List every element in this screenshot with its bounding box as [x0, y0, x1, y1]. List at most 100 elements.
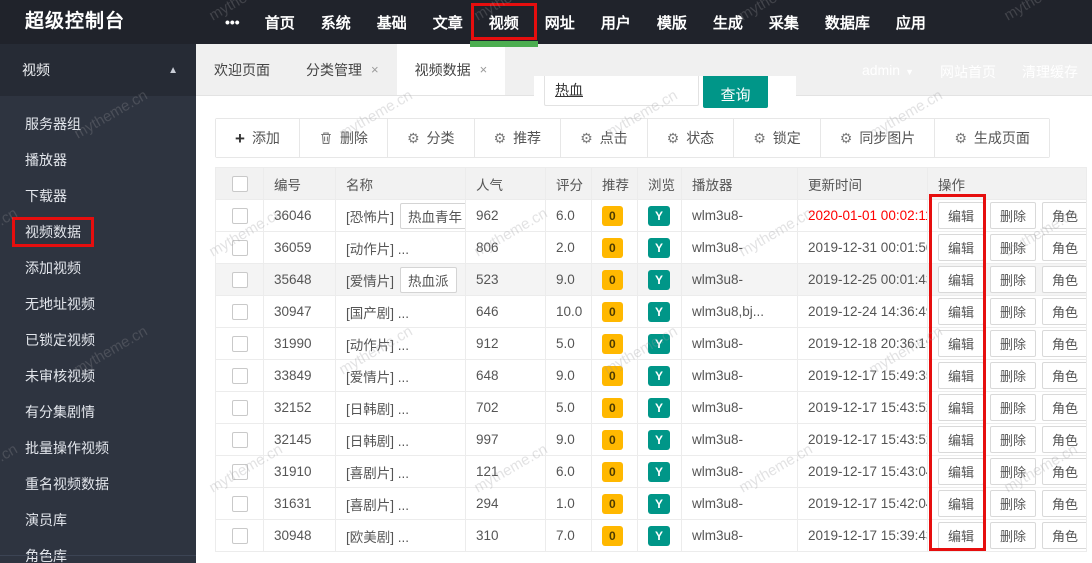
nav-item[interactable]: 数据库 [812, 0, 883, 44]
sidebar-item[interactable]: 有分集剧情 [0, 394, 196, 430]
row-checkbox[interactable] [231, 367, 248, 384]
sidebar-header[interactable]: 视频 ▲ [0, 44, 196, 96]
toolbar-button[interactable]: ⚙ 点击 [560, 119, 647, 157]
nav-item[interactable]: 采集 [756, 0, 812, 44]
edit-button[interactable]: 编辑 [938, 426, 985, 453]
search-input[interactable] [544, 76, 699, 106]
row-checkbox[interactable] [231, 527, 248, 544]
toolbar-button[interactable]: ⚙ 生成页面 [934, 119, 1049, 157]
sidebar-item[interactable]: 角色库 [0, 538, 196, 563]
role-button[interactable]: 角色 [1042, 362, 1086, 389]
edit-button[interactable]: 编辑 [938, 522, 985, 549]
row-checkbox[interactable] [231, 399, 248, 416]
delete-button[interactable]: 删除 [990, 362, 1037, 389]
cell-player: wlm3u8- [681, 327, 798, 360]
tab-item[interactable]: 分类管理 × [288, 44, 397, 95]
cell-updated: 2019-12-24 14:36:49 [797, 295, 928, 328]
tab-active[interactable]: 视频数据 × [396, 44, 506, 95]
site-home-link[interactable]: 网站首页 [940, 62, 996, 82]
nav-item[interactable]: 基础 [364, 0, 420, 44]
role-button[interactable]: 角色 [1042, 330, 1086, 357]
sidebar-item[interactable]: 添加视频 [0, 250, 196, 286]
more-menu-icon[interactable]: ••• [213, 0, 252, 44]
sidebar-item[interactable]: 播放器 [0, 142, 196, 178]
clear-cache-link[interactable]: 清理缓存 [1022, 62, 1078, 82]
toolbar-button[interactable]: ⚙ 状态 [646, 119, 734, 157]
role-button[interactable]: 角色 [1042, 426, 1086, 453]
nav-item[interactable]: 模版 [644, 0, 700, 44]
sidebar-item[interactable]: 重名视频数据 [0, 466, 196, 502]
edit-button[interactable]: 编辑 [938, 394, 985, 421]
cell-updated: 2019-12-17 15:43:04 [797, 455, 928, 488]
row-checkbox[interactable] [231, 463, 248, 480]
nav-item[interactable]: 首页 [252, 0, 308, 44]
sidebar-item[interactable]: 未审核视频 [0, 358, 196, 394]
role-button[interactable]: 角色 [1042, 234, 1086, 261]
delete-button[interactable]: 删除 [990, 490, 1037, 517]
toolbar-button[interactable]: + 添加 [216, 119, 299, 157]
nav-item[interactable]: 网址 [532, 0, 588, 44]
role-button[interactable]: 角色 [1042, 394, 1086, 421]
delete-button[interactable]: 删除 [990, 426, 1037, 453]
nav-item[interactable]: 视频 [469, 0, 538, 47]
close-icon[interactable]: × [371, 62, 379, 77]
role-button[interactable]: 角色 [1042, 298, 1086, 325]
user-dropdown[interactable]: admin ▼ [862, 62, 914, 82]
nav-item[interactable]: 应用 [883, 0, 939, 44]
sidebar-item[interactable]: 演员库 [0, 502, 196, 538]
toolbar-button[interactable]: ⚙ 分类 [386, 119, 474, 157]
table-row: 31631 [喜剧片] ... 294 1.0 0 Ywlm3u8- 2019-12-17 … [215, 487, 1087, 520]
role-button[interactable]: 角色 [1042, 266, 1086, 293]
sidebar-item[interactable]: 批量操作视频 [0, 430, 196, 466]
delete-button[interactable]: 删除 [990, 234, 1037, 261]
search-button[interactable]: 查询 [703, 76, 768, 108]
select-all-checkbox[interactable] [231, 175, 248, 192]
edit-button[interactable]: 编辑 [938, 234, 985, 261]
nav-item[interactable]: 用户 [588, 0, 644, 44]
sidebar-item[interactable]: 下载器 [0, 178, 196, 214]
edit-button[interactable]: 编辑 [938, 202, 985, 229]
role-button[interactable]: 角色 [1042, 202, 1086, 229]
nav-item[interactable]: 文章 [420, 0, 476, 44]
edit-button[interactable]: 编辑 [938, 330, 985, 357]
toolbar-button[interactable]: ⚙ 锁定 [733, 119, 820, 157]
role-button[interactable]: 角色 [1042, 490, 1086, 517]
tab-label: 视频数据 [414, 61, 471, 78]
edit-button[interactable]: 编辑 [938, 266, 985, 293]
row-checkbox[interactable] [231, 271, 248, 288]
row-checkbox[interactable] [231, 207, 248, 224]
sidebar-item[interactable]: 视频数据 [0, 214, 196, 250]
toolbar-button[interactable]: ⚙ 同步图片 [819, 119, 935, 157]
delete-button[interactable]: 删除 [990, 522, 1037, 549]
delete-button[interactable]: 删除 [990, 458, 1037, 485]
cell-updated: 2019-12-17 15:43:52 [797, 391, 928, 424]
close-icon[interactable]: × [480, 62, 488, 77]
tab-item[interactable]: 欢迎页面 [196, 44, 288, 95]
row-checkbox[interactable] [231, 303, 248, 320]
edit-button[interactable]: 编辑 [938, 298, 985, 325]
role-button[interactable]: 角色 [1042, 522, 1086, 549]
sidebar-item[interactable]: 已锁定视频 [0, 322, 196, 358]
row-checkbox[interactable] [231, 431, 248, 448]
edit-button[interactable]: 编辑 [938, 458, 985, 485]
sidebar-item[interactable]: 无地址视频 [0, 286, 196, 322]
nav-item[interactable]: 生成 [700, 0, 756, 44]
toolbar-button[interactable]: 删除 [298, 119, 387, 157]
cell-views: 912 [465, 327, 546, 360]
delete-button[interactable]: 删除 [990, 202, 1037, 229]
delete-button[interactable]: 删除 [990, 298, 1037, 325]
role-button[interactable]: 角色 [1042, 458, 1086, 485]
edit-button[interactable]: 编辑 [938, 362, 985, 389]
delete-button[interactable]: 删除 [990, 394, 1037, 421]
browse-badge: Y [648, 397, 671, 418]
delete-button[interactable]: 删除 [990, 330, 1037, 357]
row-checkbox[interactable] [231, 335, 248, 352]
edit-button[interactable]: 编辑 [938, 490, 985, 517]
sidebar-item[interactable]: 服务器组 [0, 106, 196, 142]
toolbar-button[interactable]: ⚙ 推荐 [473, 119, 561, 157]
delete-button[interactable]: 删除 [990, 266, 1037, 293]
nav-item[interactable]: 系统 [308, 0, 364, 44]
row-checkbox[interactable] [231, 495, 248, 512]
row-checkbox[interactable] [231, 239, 248, 256]
nav-item-label: 首页 [264, 14, 295, 32]
